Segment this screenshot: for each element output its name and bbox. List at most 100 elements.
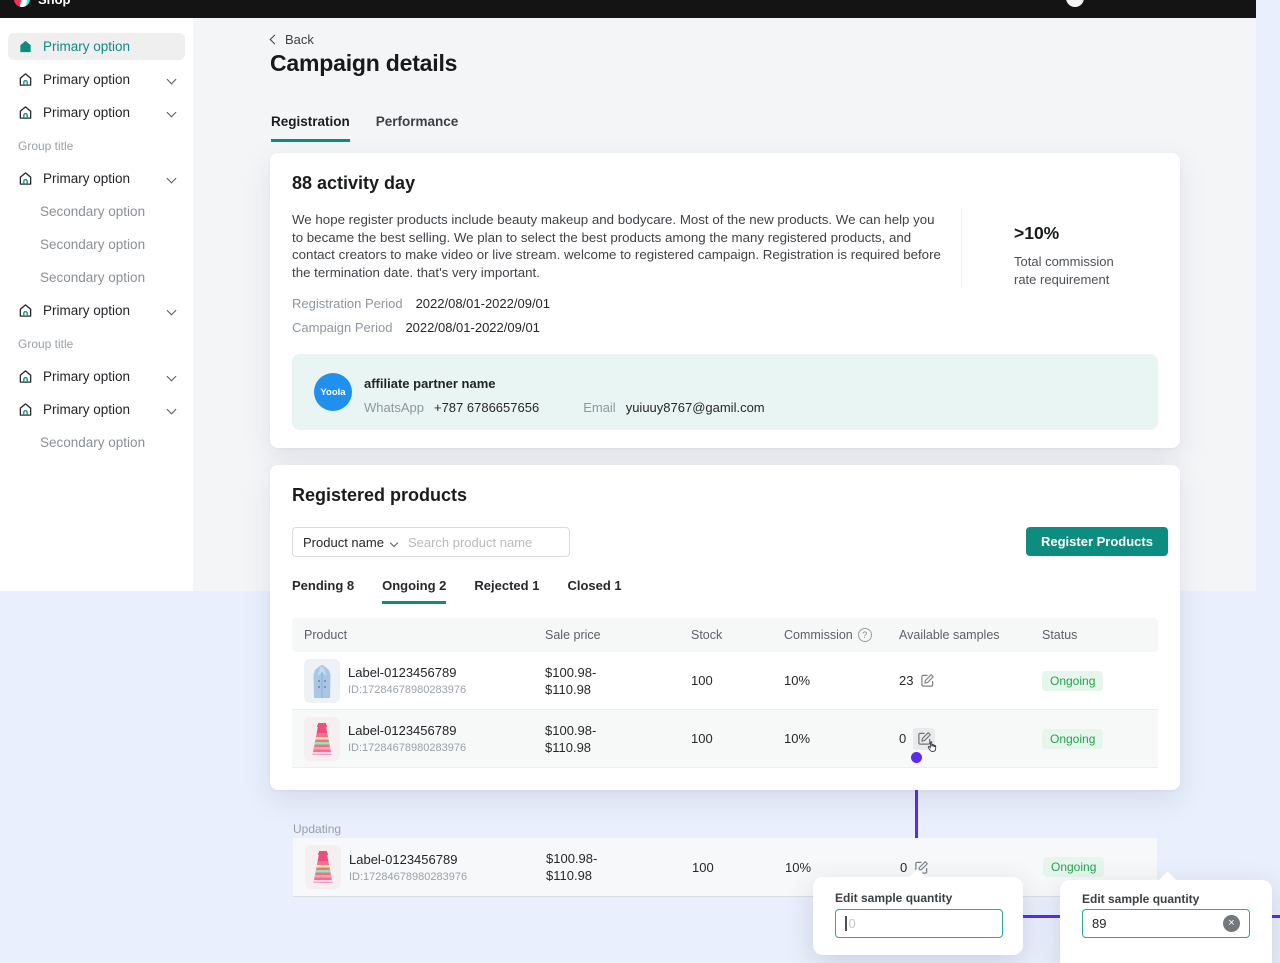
sidebar-item-secondary[interactable]: Secondary option: [8, 429, 185, 456]
chevron-down-icon: [167, 75, 177, 85]
page-tabs: Registration Performance: [271, 114, 458, 142]
sidebar-item-primary[interactable]: Primary option: [8, 99, 185, 126]
affiliate-partner-box: Yoola affiliate partner name WhatsApp +7…: [292, 354, 1158, 430]
product-id: ID:17284678980283976: [348, 742, 466, 754]
chevron-down-icon: [167, 405, 177, 415]
tiktok-logo-icon: [14, 0, 30, 7]
sample-quantity-input[interactable]: 89 ×: [1082, 909, 1250, 938]
topbar: Shop: [0, 0, 1256, 18]
commission-value: 10%: [784, 673, 899, 688]
product-image-dress: [304, 717, 340, 761]
registered-products-title: Registered products: [292, 485, 467, 506]
status-badge: Ongoing: [1042, 729, 1103, 749]
sidebar-group-title: Group title: [8, 132, 185, 159]
home-icon: [18, 171, 33, 186]
tab-pending[interactable]: Pending 8: [292, 578, 354, 604]
tab-rejected[interactable]: Rejected 1: [474, 578, 539, 604]
commission-value: 10%: [784, 731, 899, 746]
tab-closed[interactable]: Closed 1: [567, 578, 621, 604]
campaign-period: Campaign Period2022/08/01-2022/09/01: [292, 320, 540, 335]
tab-ongoing[interactable]: Ongoing 2: [382, 578, 446, 604]
clear-input-button[interactable]: ×: [1223, 915, 1240, 932]
search-box[interactable]: Product name Search product name: [292, 527, 570, 557]
edit-sample-popover: Edit sample quantity 89 ×: [1060, 880, 1272, 963]
table-header: Product Sale price Stock Commission? Ava…: [292, 618, 1158, 652]
divider: [961, 208, 962, 288]
chevron-down-icon: [167, 372, 177, 382]
table-row: Label-0123456789 ID:17284678980283976 $1…: [292, 710, 1158, 768]
popover-title: Edit sample quantity: [1082, 892, 1199, 906]
stock-value: 100: [691, 673, 784, 688]
text-caret: [845, 916, 847, 931]
sidebar-item-primary[interactable]: Primary option: [8, 33, 185, 60]
product-label: Label-0123456789: [349, 852, 467, 867]
samples-value: 0: [899, 731, 906, 746]
chevron-down-icon: [167, 306, 177, 316]
sale-price: $100.98- $110.98: [545, 722, 691, 756]
chevron-left-icon: [270, 35, 280, 45]
sale-price: $100.98- $110.98: [545, 664, 691, 698]
sidebar-item-primary[interactable]: Primary option: [8, 297, 185, 324]
samples-value: 0: [900, 860, 907, 875]
product-label: Label-0123456789: [348, 723, 466, 738]
brand-label: Shop: [38, 0, 71, 7]
popover-arrow: [1158, 871, 1176, 889]
stock-value: 100: [691, 731, 784, 746]
product-id: ID:17284678980283976: [349, 871, 467, 883]
campaign-description: We hope register products include beauty…: [292, 211, 944, 281]
partner-name: affiliate partner name: [364, 376, 496, 391]
help-icon[interactable]: ?: [858, 628, 872, 642]
sidebar-item-primary[interactable]: Primary option: [8, 363, 185, 390]
status-badge: Ongoing: [1042, 671, 1103, 691]
edit-sample-popover: Edit sample quantity 0: [813, 877, 1023, 955]
home-icon: [18, 72, 33, 87]
edit-icon[interactable]: [920, 673, 935, 688]
home-icon: [18, 39, 33, 54]
stock-value: 100: [692, 860, 785, 875]
cursor-hand-icon: [925, 740, 940, 760]
tab-performance[interactable]: Performance: [376, 114, 459, 142]
table-row: Label-0123456789 ID:17284678980283976 $1…: [292, 652, 1158, 710]
tab-registration[interactable]: Registration: [271, 114, 350, 142]
sidebar-item-primary[interactable]: Primary option: [8, 66, 185, 93]
register-products-button[interactable]: Register Products: [1026, 527, 1168, 556]
product-label: Label-0123456789: [348, 665, 466, 680]
table-body: Label-0123456789 ID:17284678980283976 $1…: [292, 652, 1158, 768]
commission-requirement-caption: Total commission rate requirement: [1014, 253, 1130, 288]
popover-title: Edit sample quantity: [835, 891, 952, 905]
registered-products-card: Registered products Product name Search …: [270, 465, 1180, 790]
flow-connector-dot: [911, 752, 922, 763]
updating-table-row: Label-0123456789 ID:17284678980283976 $1…: [293, 838, 1157, 897]
updating-label: Updating: [293, 822, 341, 836]
samples-value: 23: [899, 673, 913, 688]
sidebar-item-secondary[interactable]: Secondary option: [8, 231, 185, 258]
home-icon: [18, 369, 33, 384]
avatar[interactable]: [1066, 0, 1084, 7]
sidebar-item-primary[interactable]: Primary option: [8, 396, 185, 423]
sidebar-item-secondary[interactable]: Secondary option: [8, 198, 185, 225]
home-icon: [18, 303, 33, 318]
campaign-title: 88 activity day: [292, 173, 415, 194]
sidebar-group-title: Group title: [8, 330, 185, 357]
filter-dropdown[interactable]: Product name: [303, 535, 384, 550]
sale-price: $100.98- $110.98: [546, 850, 692, 884]
product-image-jacket: [304, 659, 340, 703]
product-image-dress: [305, 845, 341, 889]
home-icon: [18, 402, 33, 417]
page: Shop Primary option Primary option Prima…: [0, 0, 1280, 963]
status-badge: Ongoing: [1043, 857, 1104, 877]
status-tabs: Pending 8 Ongoing 2 Rejected 1 Closed 1: [292, 578, 622, 604]
campaign-card: 88 activity day We hope register product…: [270, 153, 1180, 448]
back-button[interactable]: Back: [271, 32, 314, 47]
sample-quantity-input[interactable]: 0: [835, 909, 1003, 938]
chevron-down-icon: [390, 539, 398, 547]
registration-period: Registration Period2022/08/01-2022/09/01: [292, 296, 550, 311]
sidebar: Primary option Primary option Primary op…: [0, 18, 193, 591]
sidebar-item-secondary[interactable]: Secondary option: [8, 264, 185, 291]
product-id: ID:17284678980283976: [348, 684, 466, 696]
partner-avatar: Yoola: [314, 373, 352, 411]
page-title: Campaign details: [270, 50, 457, 77]
home-icon: [18, 105, 33, 120]
sidebar-item-primary[interactable]: Primary option: [8, 165, 185, 192]
search-input[interactable]: Search product name: [408, 535, 532, 550]
